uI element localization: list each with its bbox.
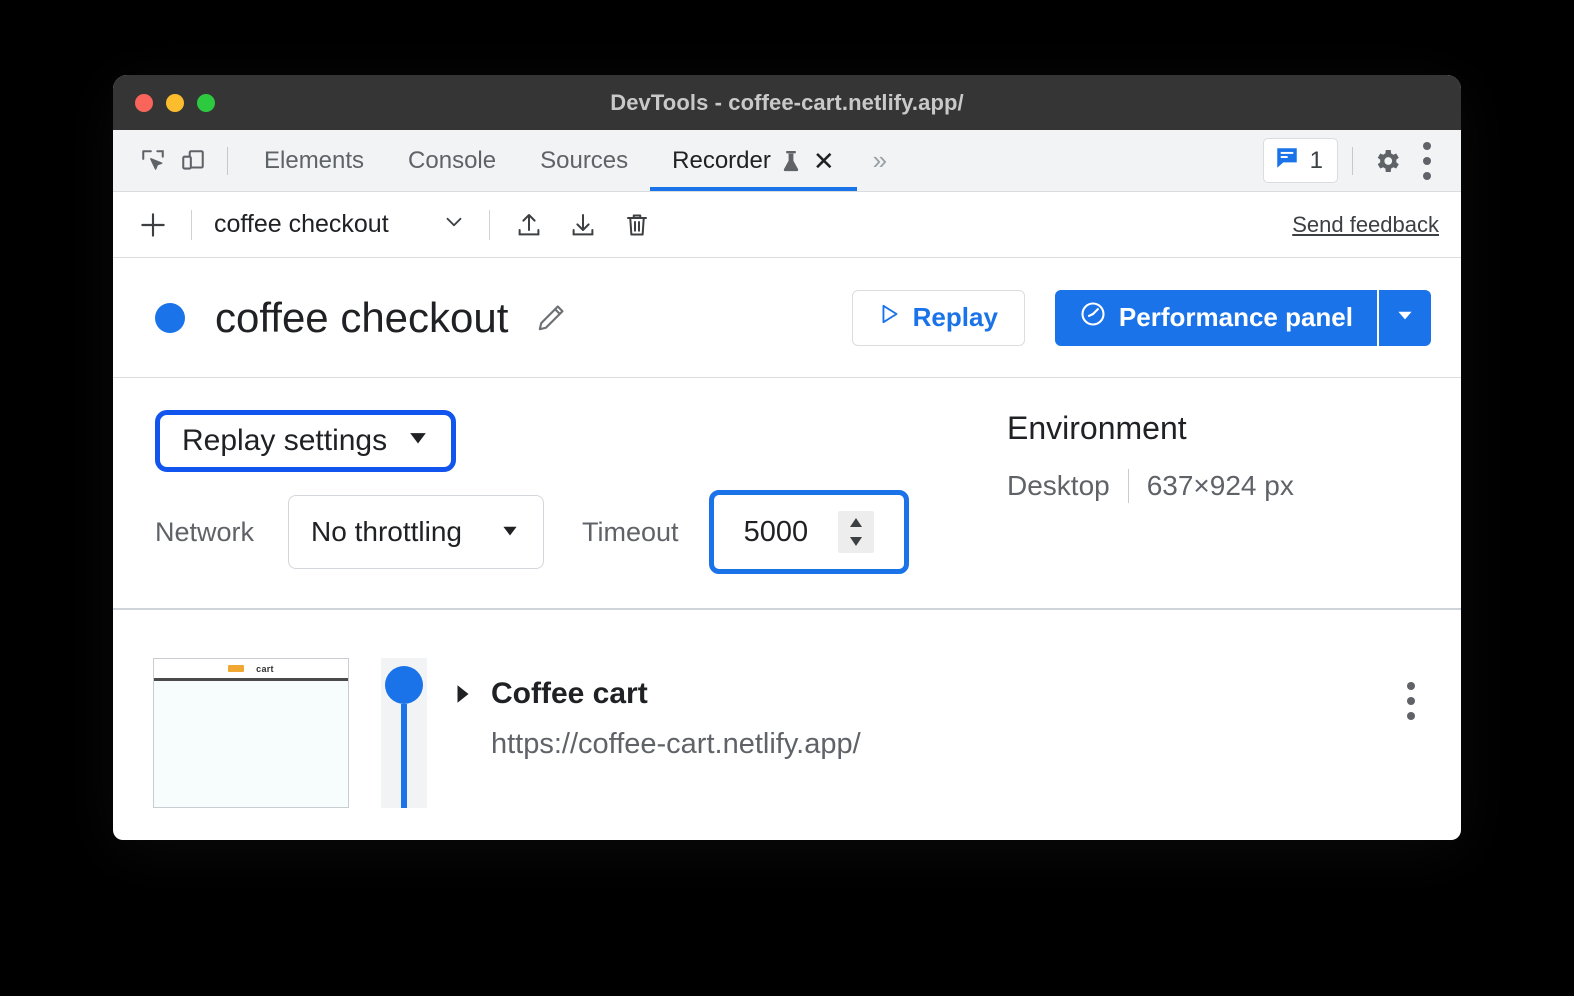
- kebab-dot: [1423, 141, 1431, 150]
- window-title: DevTools - coffee-cart.netlify.app/: [610, 89, 964, 115]
- chevron-down-icon: [1394, 304, 1416, 331]
- more-tabs-icon[interactable]: »: [857, 145, 901, 176]
- send-feedback-link[interactable]: Send feedback: [1292, 212, 1439, 238]
- tab-bar-right-actions: 1: [1262, 138, 1447, 183]
- tab-sources[interactable]: Sources: [518, 130, 650, 191]
- issues-badge-button[interactable]: 1: [1262, 138, 1338, 183]
- add-recording-button[interactable]: [131, 203, 175, 247]
- replay-button[interactable]: Replay: [851, 289, 1025, 346]
- environment-divider: [1127, 469, 1129, 503]
- tab-recorder-label: Recorder: [672, 146, 771, 174]
- environment-details: Desktop 637×924 px: [1007, 469, 1419, 503]
- step-timeline: [381, 658, 427, 808]
- environment-section: Environment Desktop 637×924 px: [989, 410, 1419, 574]
- timeout-spinner-arrows[interactable]: [838, 511, 875, 553]
- issues-message-icon: [1274, 145, 1300, 176]
- gear-icon[interactable]: [1367, 141, 1407, 181]
- page-title: coffee checkout: [215, 293, 509, 341]
- kebab-dot: [1407, 697, 1415, 705]
- header-actions: Replay Performance panel: [851, 289, 1431, 346]
- right-actions-divider: [1352, 146, 1353, 175]
- kebab-dot: [1423, 171, 1431, 180]
- recording-selector[interactable]: coffee checkout: [208, 205, 473, 244]
- devtools-tab-bar: Elements Console Sources Recorder ✕ » 1: [113, 130, 1461, 192]
- device-toolbar-icon[interactable]: [173, 141, 213, 181]
- toolbar-divider: [488, 209, 490, 240]
- replay-settings-toggle[interactable]: Replay settings: [155, 410, 457, 472]
- tab-recorder[interactable]: Recorder ✕: [650, 130, 857, 191]
- panel-tabs: Elements Console Sources Recorder ✕ »: [242, 130, 901, 191]
- recorder-toolbar: coffee checkout Send feedback: [113, 192, 1461, 258]
- environment-title: Environment: [1007, 410, 1187, 446]
- kebab-menu-icon[interactable]: [1407, 141, 1447, 181]
- replay-settings-label: Replay settings: [182, 424, 388, 457]
- performance-gauge-icon: [1079, 300, 1107, 335]
- thumbnail-page-header: cart: [154, 659, 348, 681]
- triangle-right-icon[interactable]: [453, 683, 473, 705]
- step-row[interactable]: Coffee cart https://coffee-cart.netlify.…: [453, 658, 1431, 808]
- tab-console-label: Console: [408, 146, 497, 174]
- replay-button-label: Replay: [912, 302, 998, 332]
- toolbar-divider: [191, 209, 192, 240]
- performance-panel-button[interactable]: Performance panel: [1054, 289, 1377, 346]
- recording-header: coffee checkout Replay Performance panel: [113, 258, 1461, 378]
- recording-status-dot: [155, 302, 185, 333]
- performance-panel-label: Performance panel: [1118, 302, 1353, 332]
- replay-settings-controls: Network No throttling Timeout 5000: [155, 490, 989, 574]
- triangle-down-icon: [405, 424, 431, 458]
- environment-size: 637×924 px: [1146, 470, 1294, 501]
- performance-panel-button-group: Performance panel: [1054, 289, 1431, 346]
- environment-device: Desktop: [1007, 470, 1110, 501]
- step-title-row: Coffee cart: [453, 668, 1431, 720]
- step-kebab-menu-icon[interactable]: [1407, 668, 1431, 720]
- trash-icon[interactable]: [614, 202, 660, 248]
- step-timeline-line: [401, 704, 407, 808]
- network-throttling-select[interactable]: No throttling: [288, 495, 545, 569]
- timeout-value: 5000: [743, 515, 809, 548]
- toolbar-divider: [227, 146, 228, 175]
- kebab-dot: [1407, 682, 1415, 690]
- kebab-dot: [1423, 156, 1431, 165]
- step-title: Coffee cart: [491, 677, 648, 710]
- export-upload-icon[interactable]: [506, 202, 552, 248]
- import-download-icon[interactable]: [560, 202, 606, 248]
- spinner-down-icon: [850, 537, 863, 546]
- thumbnail-logo-icon: [228, 665, 245, 672]
- tab-console[interactable]: Console: [386, 130, 518, 191]
- devtools-window: DevTools - coffee-cart.netlify.app/ Elem…: [113, 75, 1461, 840]
- pencil-edit-icon[interactable]: [530, 297, 572, 339]
- step-timeline-dot: [385, 666, 423, 704]
- tab-elements[interactable]: Elements: [242, 130, 386, 191]
- title-bar: DevTools - coffee-cart.netlify.app/: [113, 75, 1461, 130]
- experiment-flask-icon: [780, 149, 802, 173]
- step-thumbnail: cart: [153, 658, 349, 808]
- timeout-stepper[interactable]: 5000: [708, 490, 909, 574]
- replay-settings-left: Replay settings Network No throttling Ti…: [155, 410, 989, 574]
- inspect-cursor-icon[interactable]: [133, 141, 173, 181]
- performance-panel-dropdown-toggle[interactable]: [1377, 289, 1431, 346]
- issues-count: 1: [1309, 146, 1323, 174]
- chevron-down-icon: [441, 209, 467, 240]
- tab-sources-label: Sources: [540, 146, 629, 174]
- triangle-down-icon: [499, 516, 521, 548]
- replay-settings-section: Replay settings Network No throttling Ti…: [113, 378, 1461, 610]
- close-recorder-tab-icon[interactable]: ✕: [813, 148, 835, 174]
- steps-list: cart Coffee cart https://coffee-cart.net…: [113, 610, 1461, 808]
- timeout-label: Timeout: [582, 516, 679, 547]
- network-label: Network: [155, 516, 255, 547]
- kebab-dot: [1407, 712, 1415, 720]
- play-triangle-icon: [879, 302, 901, 333]
- thumbnail-title: cart: [256, 663, 274, 674]
- step-url: https://coffee-cart.netlify.app/: [491, 728, 861, 760]
- kebab-dots: [1423, 141, 1431, 180]
- recording-selector-label: coffee checkout: [214, 210, 389, 238]
- network-throttling-value: No throttling: [311, 516, 462, 547]
- spinner-up-icon: [850, 518, 863, 527]
- tab-elements-label: Elements: [264, 146, 365, 174]
